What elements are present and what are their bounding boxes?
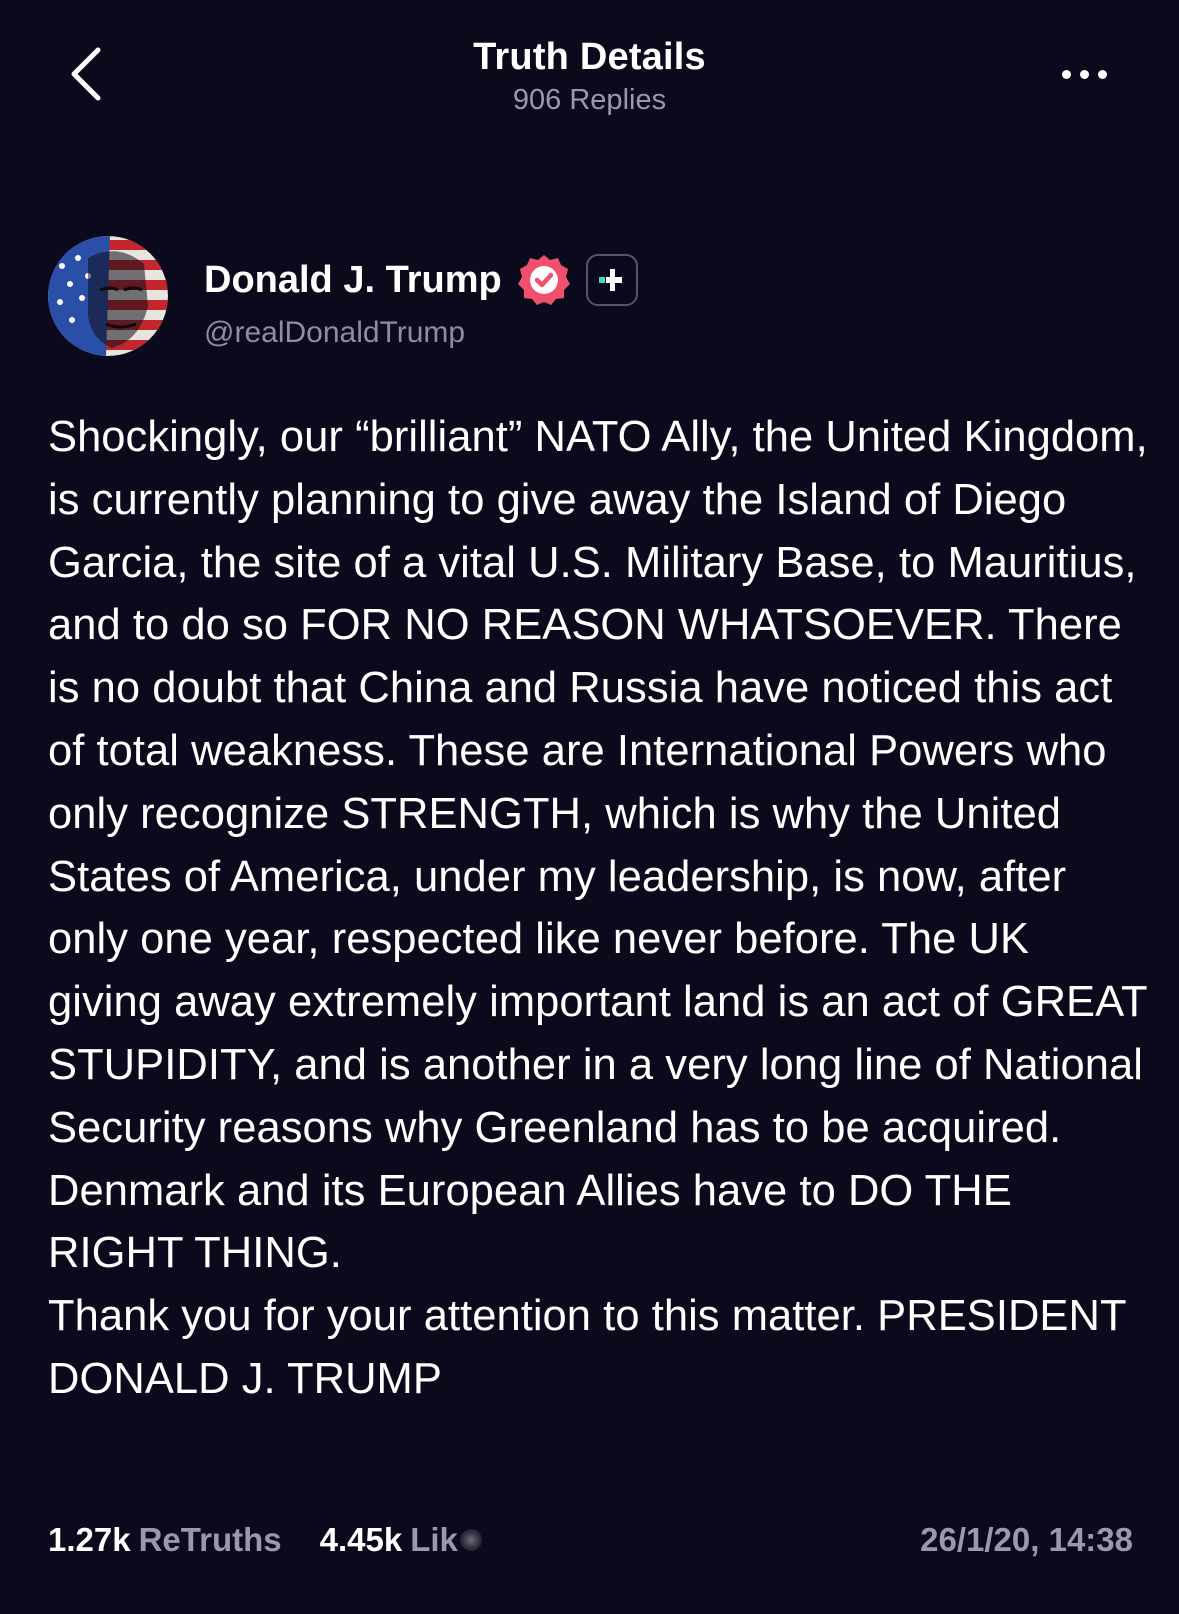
post-timestamp: 26/1/20, 14:38 bbox=[920, 1521, 1133, 1558]
replies-count: 906 Replies bbox=[512, 84, 667, 116]
author-name[interactable]: Donald J. Trump bbox=[204, 259, 502, 302]
page-title: Truth Details bbox=[473, 36, 706, 78]
follow-button[interactable] bbox=[585, 254, 638, 306]
post-stats-bar: 1.27k ReTruths 4.45k Lik 26/1/20, 14:38 bbox=[48, 1512, 1133, 1568]
post-text: Shockingly, our “brilliant” NATO Ally, t… bbox=[48, 413, 1148, 1403]
likes-stat[interactable]: 4.45k Lik bbox=[320, 1521, 482, 1559]
follow-plus-icon bbox=[598, 269, 622, 291]
author-block: Donald J. Trump @realDonaldTrump bbox=[48, 236, 1128, 360]
verified-badge-icon bbox=[516, 252, 572, 308]
likes-count: 4.45k bbox=[319, 1521, 403, 1558]
author-handle[interactable]: @realDonaldTrump bbox=[204, 316, 465, 350]
more-dot bbox=[1079, 69, 1089, 79]
likes-label: Lik bbox=[410, 1521, 458, 1558]
author-name-row: Donald J. Trump bbox=[204, 252, 638, 308]
top-bar: Truth Details 906 Replies bbox=[0, 0, 1179, 140]
retruths-label: ReTruths bbox=[138, 1521, 282, 1558]
blur-overlay bbox=[459, 1529, 482, 1551]
more-dot bbox=[1097, 69, 1107, 79]
retruths-stat[interactable]: 1.27k ReTruths bbox=[48, 1521, 282, 1559]
more-options-button[interactable] bbox=[1049, 56, 1119, 92]
more-horizontal-icon bbox=[1061, 69, 1071, 79]
header-titles: Truth Details 906 Replies bbox=[0, 34, 1179, 118]
retruths-count: 1.27k bbox=[48, 1521, 131, 1558]
avatar-image bbox=[48, 236, 168, 356]
avatar[interactable] bbox=[48, 236, 168, 356]
